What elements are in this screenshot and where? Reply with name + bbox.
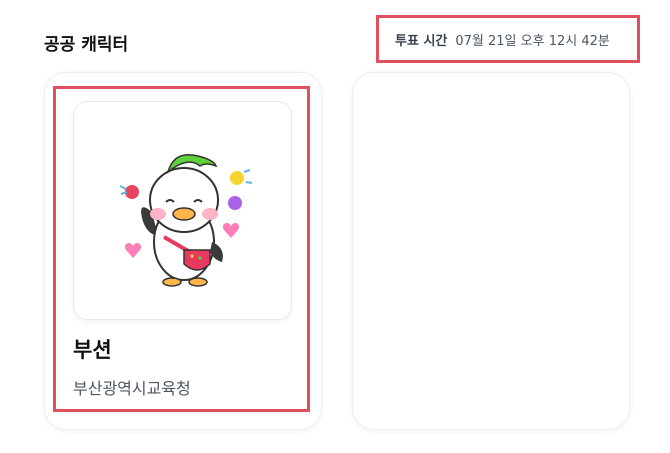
character-card-empty[interactable] bbox=[352, 72, 630, 430]
character-name: 부션 bbox=[73, 338, 112, 362]
vote-time-box: 투표 시간 07월 21일 오후 12시 42분 bbox=[376, 15, 640, 63]
vote-time-label: 투표 시간 bbox=[395, 33, 448, 49]
duck-mascot-icon bbox=[119, 154, 253, 287]
section-title: 공공 캐릭터 bbox=[44, 35, 129, 55]
character-organization: 부산광역시교육청 bbox=[73, 379, 191, 398]
character-image[interactable] bbox=[73, 101, 292, 320]
vote-time-value: 07월 21일 오후 12시 42분 bbox=[455, 33, 610, 49]
